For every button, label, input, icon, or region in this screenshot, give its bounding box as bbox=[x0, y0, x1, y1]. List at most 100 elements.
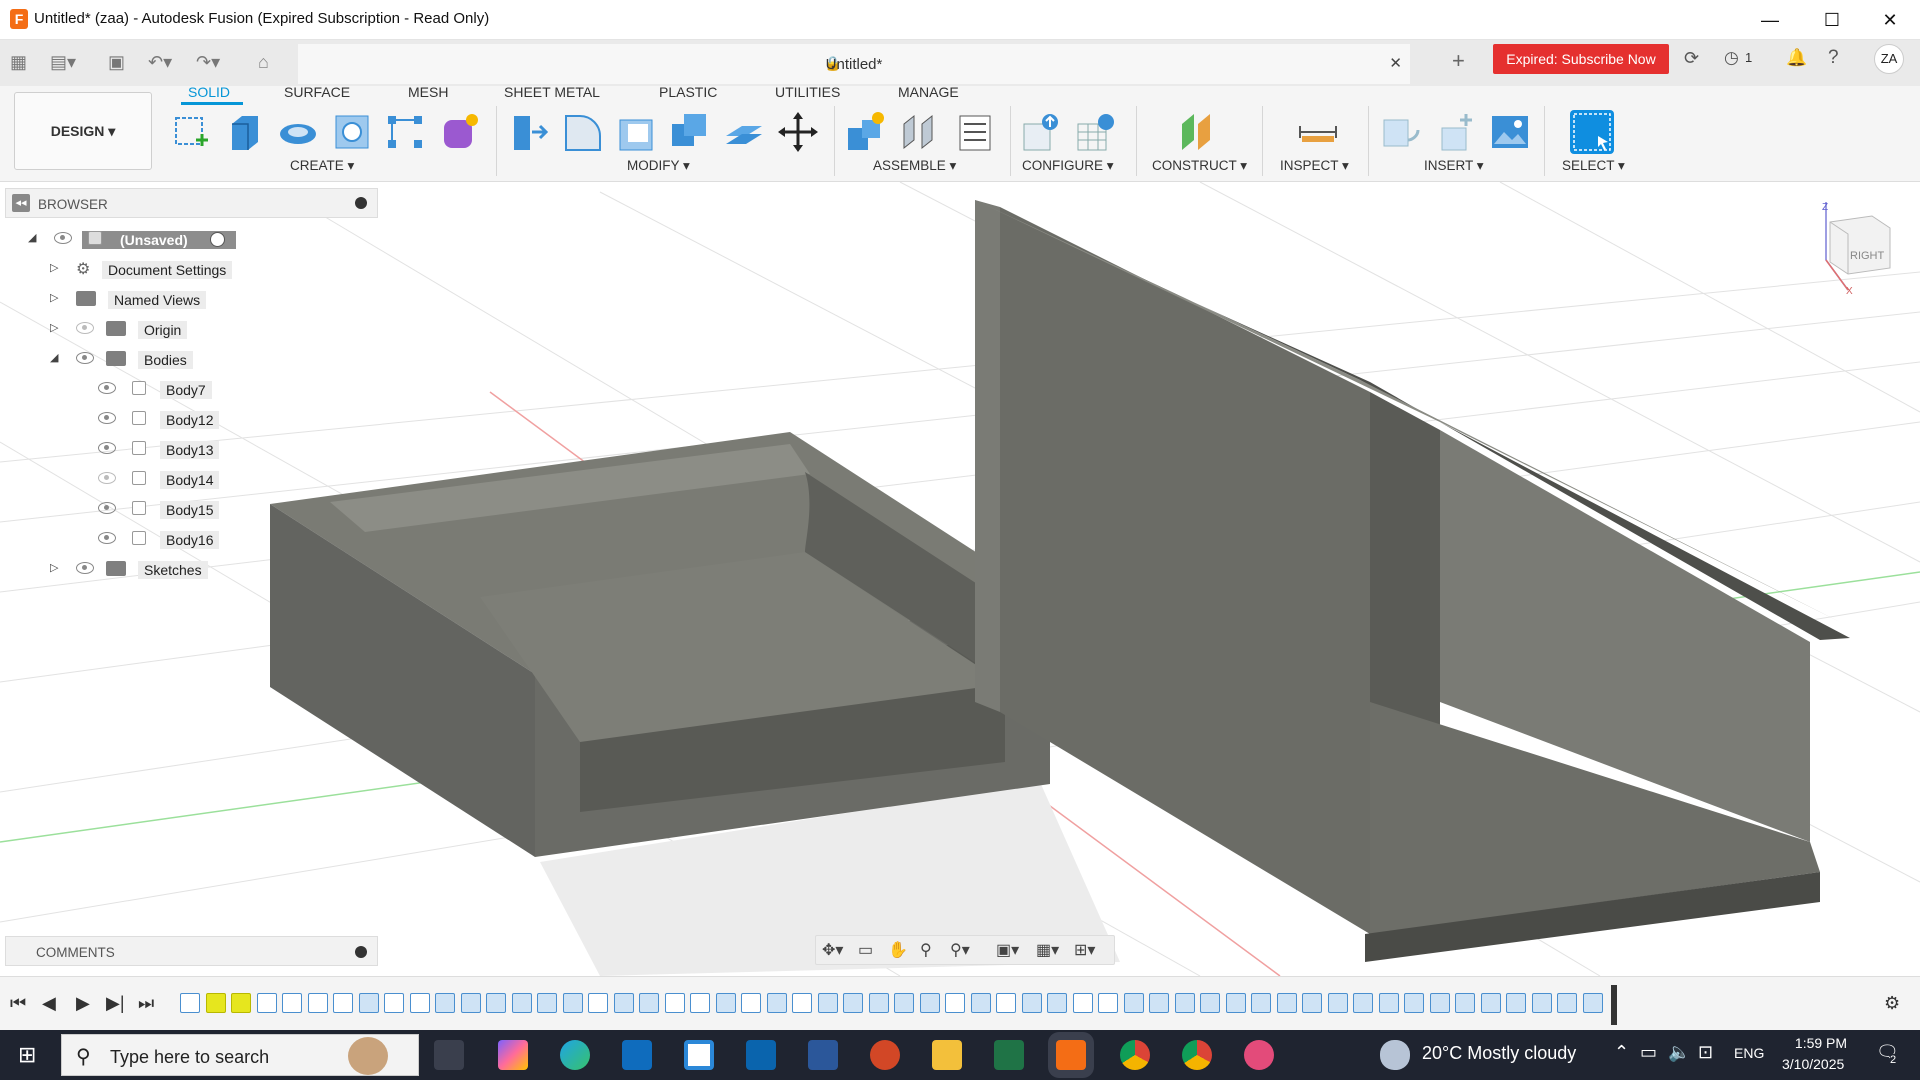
excel-icon[interactable] bbox=[994, 1040, 1024, 1070]
task-view-icon[interactable] bbox=[434, 1040, 464, 1070]
timeline-feature[interactable] bbox=[1378, 993, 1399, 1013]
browser-item-named-views[interactable]: ▷ Named Views bbox=[0, 287, 380, 311]
timeline-feature[interactable] bbox=[1149, 993, 1169, 1013]
microsoft-store-icon[interactable] bbox=[684, 1040, 714, 1070]
edge-browser-icon[interactable] bbox=[560, 1040, 590, 1070]
workspace-switcher-button[interactable]: DESIGN ▾ bbox=[14, 92, 152, 170]
fusion-taskbar-icon[interactable] bbox=[1056, 1040, 1086, 1070]
browser-body-row[interactable]: Body13 bbox=[0, 437, 380, 461]
modify-group-label[interactable]: MODIFY ▾ bbox=[627, 158, 690, 174]
timeline-feature[interactable] bbox=[792, 993, 812, 1013]
measure-icon[interactable] bbox=[1296, 110, 1340, 154]
configure-parameters-icon[interactable] bbox=[1074, 110, 1118, 154]
clock-date[interactable]: 3/10/2025 bbox=[1782, 1056, 1844, 1072]
timeline-feature[interactable] bbox=[1251, 993, 1271, 1013]
timeline-feature[interactable] bbox=[817, 993, 838, 1013]
timeline-feature[interactable] bbox=[1557, 993, 1577, 1013]
timeline-feature[interactable] bbox=[1200, 993, 1220, 1013]
user-avatar[interactable]: ZA bbox=[1874, 44, 1904, 74]
copilot-icon[interactable] bbox=[498, 1040, 528, 1070]
bill-of-materials-icon[interactable] bbox=[952, 110, 996, 154]
outlook-classic-icon[interactable] bbox=[746, 1040, 776, 1070]
timeline-feature[interactable] bbox=[766, 993, 787, 1013]
comments-add-icon[interactable] bbox=[355, 946, 367, 958]
timeline-feature[interactable] bbox=[894, 993, 914, 1013]
offset-face-icon[interactable] bbox=[722, 110, 766, 154]
timeline-feature[interactable] bbox=[843, 993, 863, 1013]
timeline-feature[interactable] bbox=[1353, 993, 1373, 1013]
timeline-feature[interactable] bbox=[970, 993, 991, 1013]
timeline-feature[interactable] bbox=[868, 993, 889, 1013]
combine-icon[interactable] bbox=[668, 110, 712, 154]
show-hidden-icons-icon[interactable]: ⌃ bbox=[1614, 1042, 1629, 1063]
timeline-feature[interactable] bbox=[1072, 993, 1093, 1013]
timeline-feature[interactable] bbox=[384, 993, 404, 1013]
timeline-feature[interactable] bbox=[1582, 993, 1603, 1013]
select-group-label[interactable]: SELECT ▾ bbox=[1562, 158, 1625, 174]
offset-plane-icon[interactable] bbox=[1176, 110, 1220, 154]
expand-arrow-icon[interactable]: ▷ bbox=[50, 561, 58, 574]
browser-item-document-settings[interactable]: ▷ ⚙ Document Settings bbox=[0, 257, 380, 281]
timeline-feature[interactable] bbox=[409, 993, 430, 1013]
windows-start-icon[interactable]: ⊞ bbox=[18, 1042, 36, 1068]
close-icon[interactable]: ✕ bbox=[1870, 6, 1910, 34]
orbit-icon[interactable]: ✥▾ bbox=[822, 940, 843, 960]
timeline-feature[interactable] bbox=[741, 993, 761, 1013]
timeline-feature[interactable] bbox=[1429, 993, 1450, 1013]
new-component-icon[interactable] bbox=[844, 110, 888, 154]
tab-manage[interactable]: MANAGE bbox=[898, 84, 959, 100]
data-panel-grid-icon[interactable]: ▦ bbox=[10, 52, 27, 73]
revolve-icon[interactable] bbox=[276, 110, 320, 154]
visibility-eye-icon[interactable] bbox=[98, 442, 116, 454]
pattern-icon[interactable] bbox=[384, 110, 428, 154]
battery-icon[interactable]: ▭ bbox=[1640, 1042, 1657, 1063]
tab-utilities[interactable]: UTILITIES bbox=[775, 84, 840, 100]
visibility-eye-icon[interactable] bbox=[98, 412, 116, 424]
pan-hand-icon[interactable]: ✋ bbox=[888, 940, 908, 960]
tab-mesh[interactable]: MESH bbox=[408, 84, 448, 100]
timeline-feature[interactable] bbox=[715, 993, 736, 1013]
timeline-feature[interactable] bbox=[1225, 993, 1246, 1013]
chrome-profile-icon[interactable] bbox=[1182, 1040, 1212, 1070]
move-copy-icon[interactable] bbox=[776, 110, 820, 154]
weather-cloud-icon[interactable] bbox=[1380, 1040, 1410, 1070]
timeline-feature[interactable] bbox=[1404, 993, 1424, 1013]
assemble-group-label[interactable]: ASSEMBLE ▾ bbox=[873, 158, 956, 174]
expand-arrow-icon[interactable]: ▷ bbox=[50, 291, 58, 304]
timeline-feature[interactable] bbox=[486, 993, 506, 1013]
insert-group-label[interactable]: INSERT ▾ bbox=[1424, 158, 1484, 174]
visibility-eye-icon[interactable] bbox=[76, 562, 94, 574]
hole-icon[interactable] bbox=[330, 110, 374, 154]
timeline-feature[interactable] bbox=[180, 993, 200, 1013]
collapse-panel-icon[interactable]: ◂◂ bbox=[12, 194, 30, 212]
file-menu-icon[interactable]: ▤▾ bbox=[50, 52, 76, 73]
form-icon[interactable] bbox=[438, 110, 482, 154]
maximize-icon[interactable]: ☐ bbox=[1812, 6, 1852, 34]
minimize-icon[interactable]: — bbox=[1750, 6, 1790, 34]
timeline-feature[interactable] bbox=[435, 993, 455, 1013]
browser-body-row[interactable]: Body16 bbox=[0, 527, 380, 551]
language-indicator[interactable]: ENG bbox=[1734, 1045, 1764, 1061]
tray-body[interactable] bbox=[270, 432, 1050, 857]
timeline-feature[interactable] bbox=[307, 993, 328, 1013]
timeline-feature[interactable] bbox=[690, 993, 710, 1013]
timeline-feature[interactable] bbox=[1047, 993, 1067, 1013]
help-icon[interactable]: ? bbox=[1828, 47, 1839, 69]
browser-body-row[interactable]: Body14 bbox=[0, 467, 380, 491]
timeline-settings-gear-icon[interactable]: ⚙ bbox=[1884, 993, 1900, 1014]
timeline-feature[interactable] bbox=[511, 993, 532, 1013]
browser-item-bodies[interactable]: ◢ Bodies bbox=[0, 347, 380, 371]
timeline-feature[interactable] bbox=[1098, 993, 1118, 1013]
timeline-feature[interactable] bbox=[1276, 993, 1297, 1013]
timeline-marker[interactable] bbox=[1611, 985, 1617, 1025]
timeline-feature[interactable] bbox=[282, 993, 302, 1013]
visibility-eye-icon[interactable] bbox=[98, 532, 116, 544]
visibility-eye-icon[interactable] bbox=[54, 232, 72, 244]
snipping-tool-icon[interactable] bbox=[1244, 1040, 1274, 1070]
timeline-feature[interactable] bbox=[588, 993, 608, 1013]
create-sketch-icon[interactable] bbox=[168, 110, 212, 154]
timeline-end-icon[interactable]: ⏭ bbox=[138, 993, 154, 1014]
timeline-step-forward-icon[interactable]: ▶︎| bbox=[106, 993, 125, 1014]
visibility-eye-hidden-icon[interactable] bbox=[98, 472, 116, 484]
chrome-icon[interactable] bbox=[1120, 1040, 1150, 1070]
